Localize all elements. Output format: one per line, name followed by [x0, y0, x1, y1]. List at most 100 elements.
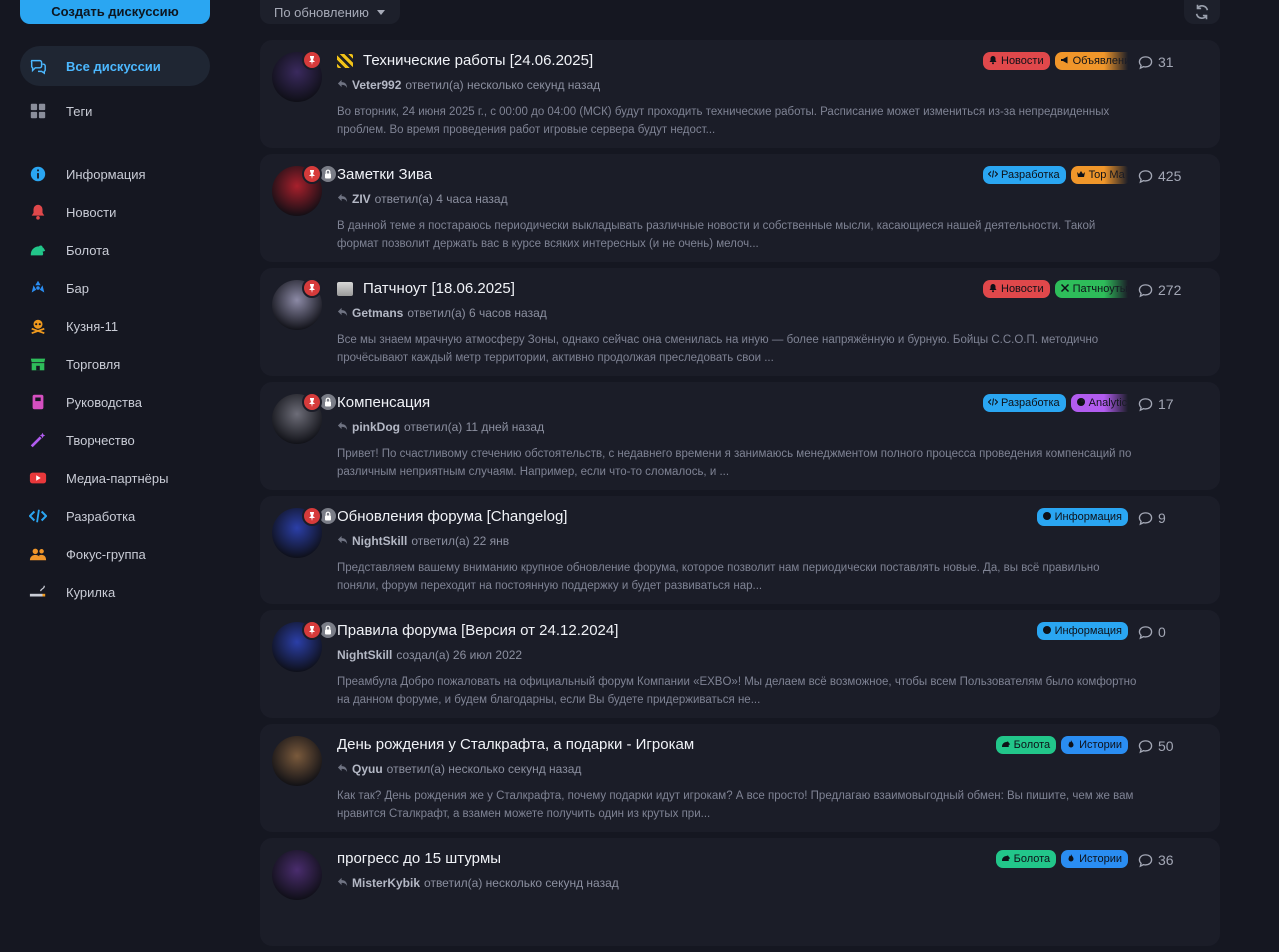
radiation-icon — [28, 278, 48, 298]
comment-icon — [1138, 283, 1153, 297]
tag-badge[interactable]: Analytic — [1070, 394, 1128, 412]
sidebar-item-9[interactable]: Медиа-партнёры — [20, 458, 210, 498]
tag-label: Информация — [1054, 625, 1122, 637]
tag-list: Болота Истории — [991, 850, 1128, 868]
tag-badge[interactable]: Патчноуты — [1054, 280, 1128, 298]
avatar[interactable] — [272, 850, 322, 900]
chevron-down-icon — [376, 9, 385, 15]
discussion-excerpt: Как так? День рождения же у Сталкрафта, … — [337, 790, 1134, 820]
newspaper-icon — [337, 281, 353, 296]
discussion-title[interactable]: Заметки Зива — [337, 166, 432, 183]
reply-count: 272 — [1138, 282, 1181, 298]
tag-badge[interactable]: Истории — [1061, 736, 1128, 754]
discussion-excerpt: Преамбула Добро пожаловать на официальны… — [337, 676, 1137, 706]
sidebar-item-10[interactable]: Разработка — [20, 496, 210, 536]
discussion-title[interactable]: Патчноут [18.06.2025] — [337, 280, 515, 297]
discussion-title[interactable]: Обновления форума [Changelog] — [337, 508, 567, 525]
username-link[interactable]: ZIV — [352, 192, 371, 206]
discussion-title[interactable]: День рождения у Сталкрафта, а подарки - … — [337, 736, 694, 753]
sidebar-item-11[interactable]: Фокус-группа — [20, 534, 210, 574]
pin-icon — [302, 506, 322, 526]
tag-badge[interactable]: Информация — [1036, 508, 1128, 526]
tag-badge[interactable]: Болота — [995, 850, 1057, 868]
megaphone-icon — [1060, 55, 1070, 68]
activity-text: создал(а) 26 июл 2022 — [396, 648, 523, 662]
tag-badge[interactable]: Информация — [1036, 622, 1128, 640]
discussion-title-text: Правила форума [Версия от 24.12.2024] — [337, 622, 619, 639]
sidebar-item-2[interactable]: Новости — [20, 192, 210, 232]
discussion-meta: Veter992 ответил(а) несколько секунд наза… — [337, 78, 600, 92]
chart-icon — [1076, 397, 1086, 410]
discussion-title[interactable]: прогресс до 15 штурмы — [337, 850, 501, 867]
tag-list: Информация — [1032, 622, 1128, 640]
username-link[interactable]: NightSkill — [352, 534, 407, 548]
sort-dropdown[interactable]: По обновлению — [260, 0, 400, 24]
bell-icon — [28, 202, 48, 222]
sidebar-item-6[interactable]: Торговля — [20, 344, 210, 384]
skull-crossbones-icon — [28, 316, 48, 336]
tag-label: Истории — [1079, 739, 1122, 751]
discussion-title[interactable]: Правила форума [Версия от 24.12.2024] — [337, 622, 618, 639]
tag-badge[interactable]: Объявления — [1054, 52, 1128, 70]
reply-count-value: 36 — [1158, 852, 1174, 868]
sidebar-item-3[interactable]: Болота — [20, 230, 210, 270]
tag-badge[interactable]: Разработка — [983, 166, 1066, 184]
info-icon — [1042, 625, 1052, 638]
sidebar-item-8[interactable]: Творчество — [20, 420, 210, 460]
sidebar-item-4[interactable]: Бар — [20, 268, 210, 308]
tag-badge[interactable]: Болота — [995, 736, 1057, 754]
username-link[interactable]: Qyuu — [352, 762, 383, 776]
nav-tags[interactable]: Теги — [20, 91, 210, 131]
refresh-button[interactable] — [1184, 0, 1220, 24]
tag-badge[interactable]: Разработка — [983, 394, 1066, 412]
activity-text: ответил(а) несколько секунд назад — [405, 78, 601, 92]
username-link[interactable]: Getmans — [352, 306, 403, 320]
discussion-title[interactable]: Компенсация — [337, 394, 430, 411]
username-link[interactable]: pinkDog — [352, 420, 400, 434]
username-link[interactable]: Veter992 — [352, 78, 401, 92]
discussion-card[interactable]: Правила форума [Версия от 24.12.2024] Nig… — [260, 610, 1220, 718]
discussion-title[interactable]: Технические работы [24.06.2025] — [337, 52, 593, 69]
tag-badge[interactable]: Новости — [983, 52, 1050, 70]
reply-count-value: 9 — [1158, 510, 1166, 526]
sort-label: По обновлению — [274, 4, 369, 20]
discussion-meta: NightSkill ответил(а) 22 янв — [337, 534, 509, 548]
discussions-icon — [28, 56, 48, 76]
bell-icon — [988, 55, 998, 68]
nav-all-discussions[interactable]: Все дискуссии — [20, 46, 210, 86]
sidebar-item-12[interactable]: Курилка — [20, 572, 210, 612]
tag-badge[interactable]: Новости — [983, 280, 1050, 298]
frog-icon — [28, 240, 48, 260]
reply-count-value: 31 — [1158, 54, 1174, 70]
sidebar: Создать дискуссию Все дискуссии Теги Инф… — [0, 0, 230, 897]
magic-wand-icon — [28, 430, 48, 450]
comment-icon — [1138, 169, 1153, 183]
discussion-excerpt: В данной теме я постараюсь периодически … — [337, 220, 1096, 250]
sidebar-item-1[interactable]: Информация — [20, 154, 210, 194]
tag-badge[interactable]: Истории — [1061, 850, 1128, 868]
tag-label: Top Ma — [1088, 169, 1125, 181]
discussion-meta: NightSkill создал(а) 26 июл 2022 — [337, 648, 522, 662]
discussion-card[interactable]: Обновления форума [Changelog] NightSkill о… — [260, 496, 1220, 604]
pin-icon — [302, 392, 322, 412]
tools-icon — [1060, 283, 1070, 296]
avatar[interactable] — [272, 736, 322, 786]
discussion-card[interactable]: Компенсация pinkDog ответил(а) 11 дней наз… — [260, 382, 1220, 490]
discussion-card[interactable]: Технические работы [24.06.2025] Veter992 о… — [260, 40, 1220, 148]
discussion-card[interactable]: Патчноут [18.06.2025] Getmans ответил(а) 6… — [260, 268, 1220, 376]
discussion-meta: pinkDog ответил(а) 11 дней назад — [337, 420, 544, 434]
username-link[interactable]: MisterKybik — [352, 876, 420, 890]
sidebar-item-7[interactable]: Руководства — [20, 382, 210, 422]
username-link[interactable]: NightSkill — [337, 648, 392, 662]
create-discussion-button[interactable]: Создать дискуссию — [20, 0, 210, 24]
tag-label: Истории — [1079, 853, 1122, 865]
sidebar-item-label: Руководства — [66, 394, 142, 410]
info-icon — [1042, 511, 1052, 524]
tag-badge[interactable]: Top Ma — [1070, 166, 1128, 184]
comment-icon — [1138, 511, 1153, 525]
discussion-card[interactable]: День рождения у Сталкрафта, а подарки - … — [260, 724, 1220, 832]
discussion-card[interactable]: прогресс до 15 штурмы MisterKybik ответил(… — [260, 838, 1220, 946]
discussion-card[interactable]: Заметки Зива ZIV ответил(а) 4 часа назад В … — [260, 154, 1220, 262]
sidebar-item-5[interactable]: Кузня-11 — [20, 306, 210, 346]
tag-label: Болота — [1013, 853, 1051, 865]
